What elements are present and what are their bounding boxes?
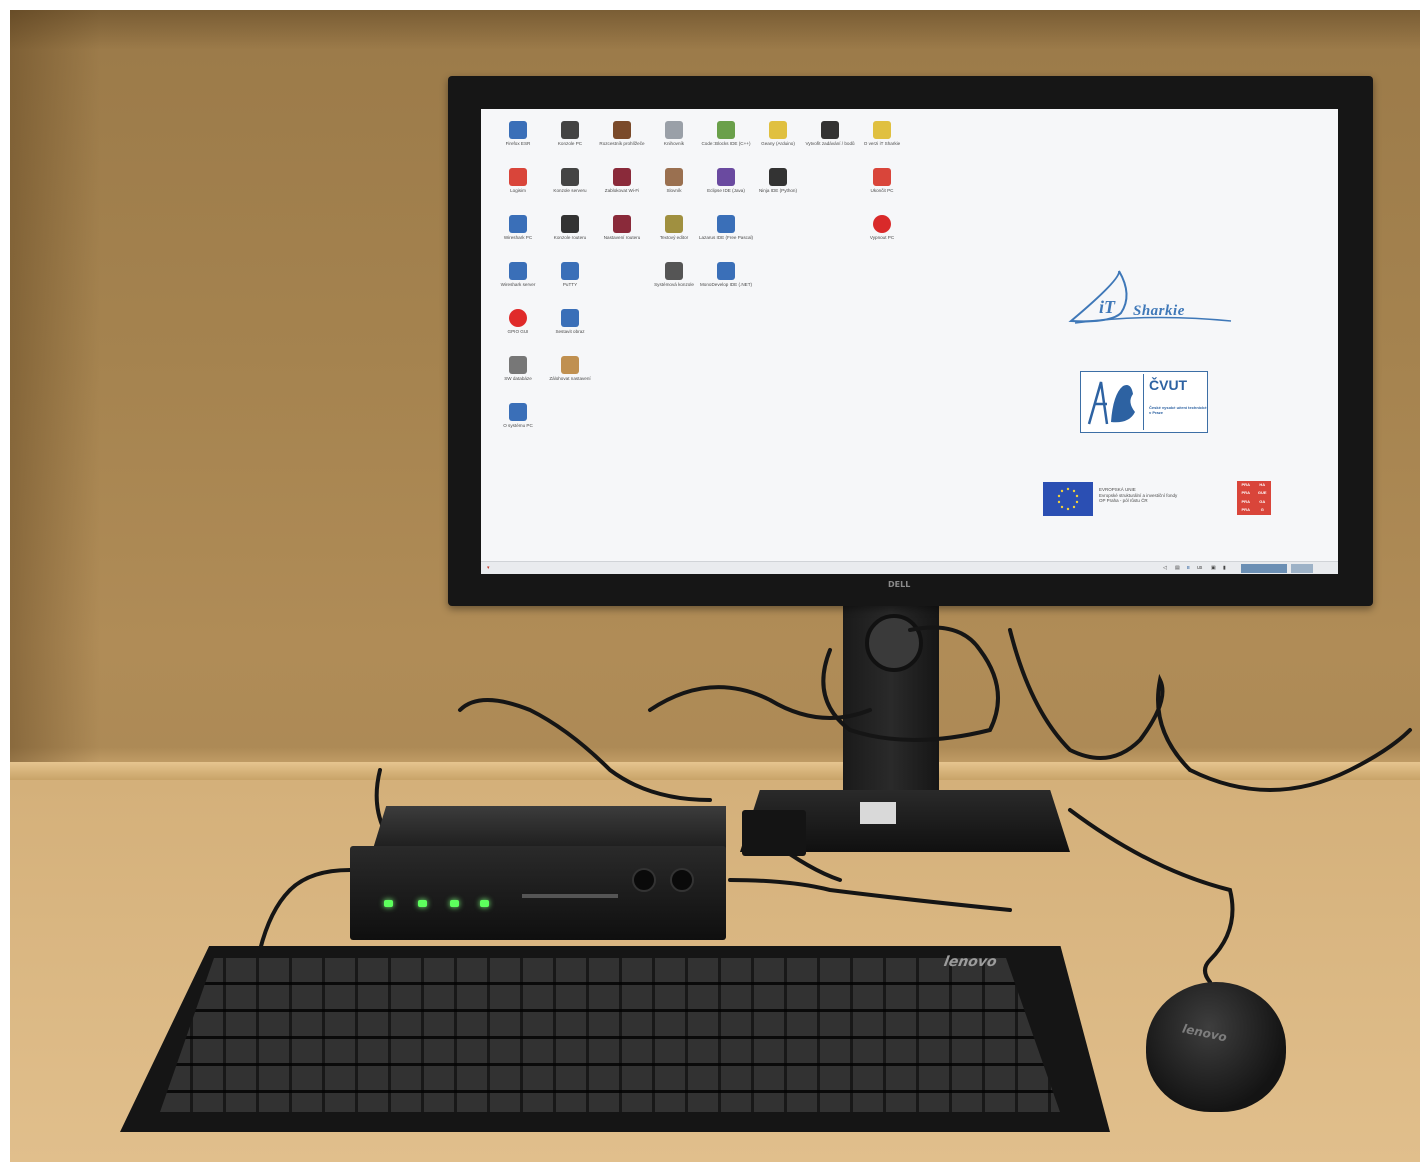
led-indicator <box>450 900 459 907</box>
audio-jack <box>632 868 656 892</box>
led-indicator <box>480 900 489 907</box>
mini-pc <box>350 846 726 940</box>
led-indicator <box>384 900 393 907</box>
keyboard-brand: lenovo <box>942 954 999 970</box>
audio-jack <box>670 868 694 892</box>
card-slot <box>522 894 618 898</box>
photo: Firefox ESR Konzole PC Rozcestník prohlíže… <box>10 10 1420 1162</box>
led-indicator <box>418 900 427 907</box>
keyboard-keys <box>160 958 1060 1112</box>
power-adapter <box>742 810 806 856</box>
mouse <box>1146 982 1286 1112</box>
